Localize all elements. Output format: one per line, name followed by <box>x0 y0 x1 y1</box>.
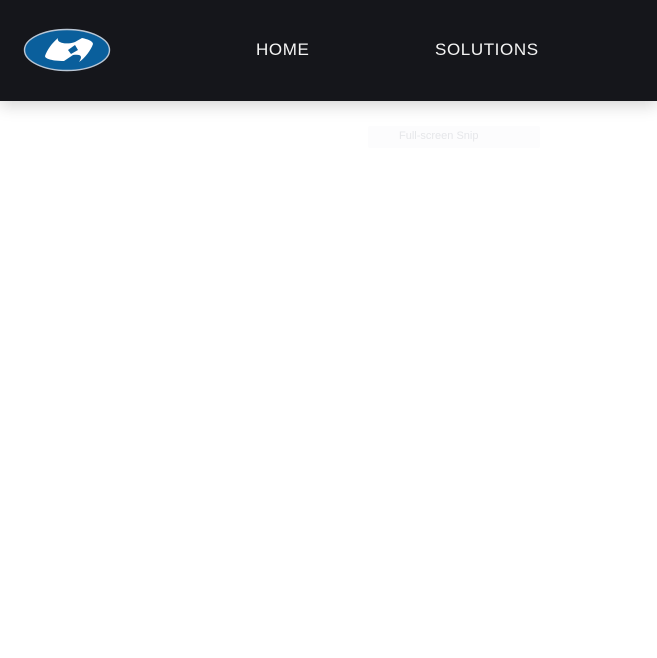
snip-tooltip-text: Full-screen Snip <box>399 130 479 142</box>
nav-home-link[interactable]: HOME <box>256 40 309 60</box>
nav-solutions-link[interactable]: SOLUTIONS <box>435 40 539 60</box>
brand-logo-icon[interactable] <box>23 28 111 72</box>
snip-tooltip: Full-screen Snip <box>368 126 540 148</box>
site-header: HOME SOLUTIONS <box>0 0 657 101</box>
